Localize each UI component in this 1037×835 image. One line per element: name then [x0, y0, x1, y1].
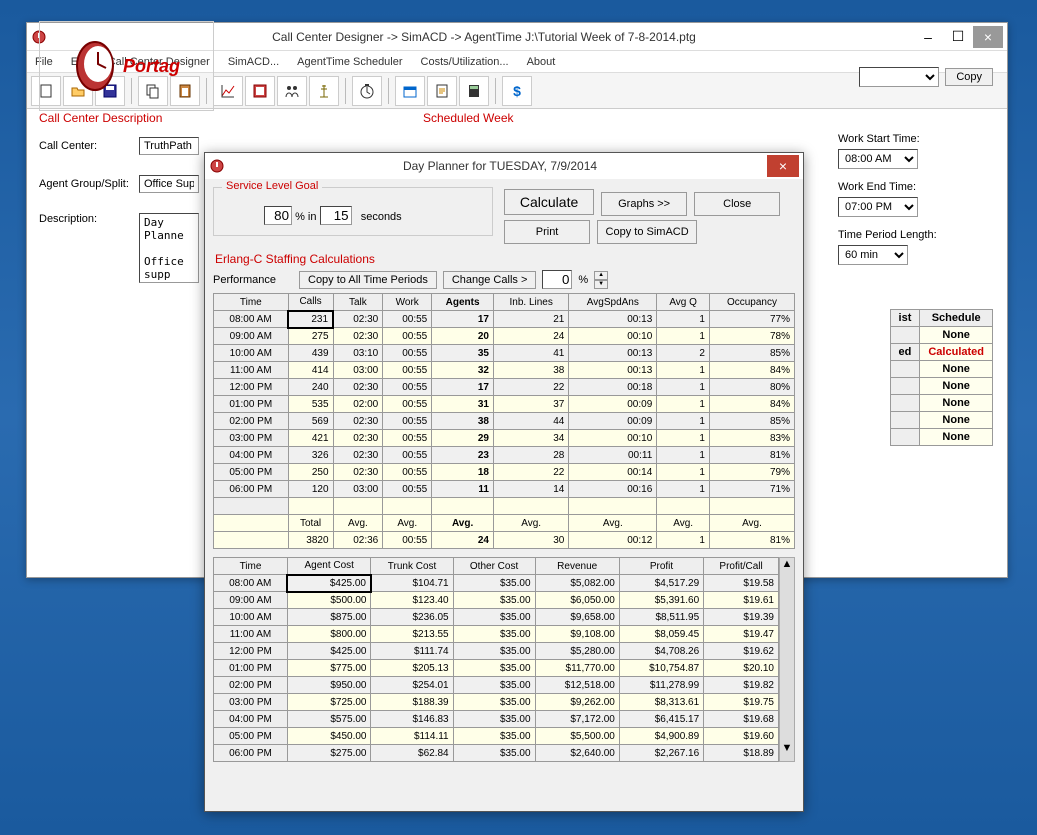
description-label: Description: — [39, 213, 139, 225]
dollar-icon[interactable]: $ — [502, 76, 532, 106]
menu-agenttime[interactable]: AgentTime Scheduler — [297, 56, 402, 68]
menu-simacd[interactable]: SimACD... — [228, 56, 279, 68]
schedule-table: istSchedule NoneedCalculatedNoneNoneNone… — [890, 309, 993, 446]
menu-about[interactable]: About — [527, 56, 556, 68]
modal-title: Day Planner for TUESDAY, 7/9/2014 — [233, 159, 767, 173]
print-button[interactable]: Print — [504, 220, 590, 244]
work-start-dropdown[interactable]: 08:00 AM — [838, 149, 918, 169]
copy-button[interactable]: Copy — [945, 68, 993, 86]
service-level-group: Service Level Goal % in seconds — [213, 187, 493, 236]
description-input[interactable] — [139, 213, 199, 283]
agent-group-input[interactable] — [139, 175, 199, 193]
spin-up-button[interactable]: ▲ — [594, 271, 608, 280]
work-end-dropdown[interactable]: 07:00 PM — [838, 197, 918, 217]
copy-all-button[interactable]: Copy to All Time Periods — [299, 271, 437, 289]
report-icon[interactable] — [427, 76, 457, 106]
spin-down-button[interactable]: ▼ — [594, 280, 608, 289]
calculate-button[interactable]: Calculate — [504, 189, 594, 215]
tower-icon[interactable] — [309, 76, 339, 106]
call-center-input[interactable] — [139, 137, 199, 155]
work-start-label: Work Start Time: — [838, 133, 993, 145]
close-button[interactable]: × — [973, 26, 1003, 48]
sched-week-label: Scheduled Week — [419, 111, 518, 125]
staffing-table[interactable]: TimeCallsTalkWorkAgentsInb. LinesAvgSpdA… — [213, 293, 795, 549]
service-level-label: Service Level Goal — [222, 180, 322, 192]
graphs-button[interactable]: Graphs >> — [601, 192, 687, 216]
agents-icon[interactable] — [277, 76, 307, 106]
change-calls-button[interactable]: Change Calls > — [443, 271, 537, 289]
clock-icon[interactable] — [245, 76, 275, 106]
svg-text:$: $ — [513, 83, 521, 99]
logo: Portag — [39, 21, 214, 111]
minimize-button[interactable]: – — [913, 26, 943, 48]
call-center-label: Call Center: — [39, 140, 139, 152]
change-calls-input[interactable] — [542, 270, 572, 289]
schedule-icon[interactable] — [395, 76, 425, 106]
copy-simacd-button[interactable]: Copy to SimACD — [597, 220, 697, 244]
performance-label: Performance — [213, 274, 293, 286]
cost-table[interactable]: TimeAgent CostTrunk CostOther CostRevenu… — [213, 557, 779, 762]
modal-close-button[interactable]: × — [767, 155, 799, 177]
erlang-label: Erlang-C Staffing Calculations — [215, 252, 795, 266]
maximize-button[interactable]: ☐ — [943, 26, 973, 48]
chart-icon[interactable] — [213, 76, 243, 106]
close-modal-button[interactable]: Close — [694, 192, 780, 216]
top-buttons: Calculate Graphs >> Close Print Copy to … — [502, 187, 782, 246]
modal-titlebar: Day Planner for TUESDAY, 7/9/2014 × — [205, 153, 803, 179]
day-planner-modal: Day Planner for TUESDAY, 7/9/2014 × Serv… — [204, 152, 804, 812]
time-period-dropdown[interactable]: 60 min — [838, 245, 908, 265]
cost-scrollbar[interactable]: ▲ ▼ — [779, 557, 795, 762]
sl-seconds-input[interactable] — [320, 206, 352, 225]
calculator-icon[interactable] — [459, 76, 489, 106]
agent-group-label: Agent Group/Split: — [39, 178, 139, 190]
work-end-label: Work End Time: — [838, 181, 993, 193]
copy-dropdown[interactable] — [859, 67, 939, 87]
cc-desc-label: Call Center Description — [35, 111, 166, 125]
modal-icon — [209, 158, 225, 174]
sl-percent-input[interactable] — [264, 206, 292, 225]
time-period-label: Time Period Length: — [838, 229, 993, 241]
stopwatch-icon[interactable] — [352, 76, 382, 106]
menu-costs[interactable]: Costs/Utilization... — [421, 56, 509, 68]
